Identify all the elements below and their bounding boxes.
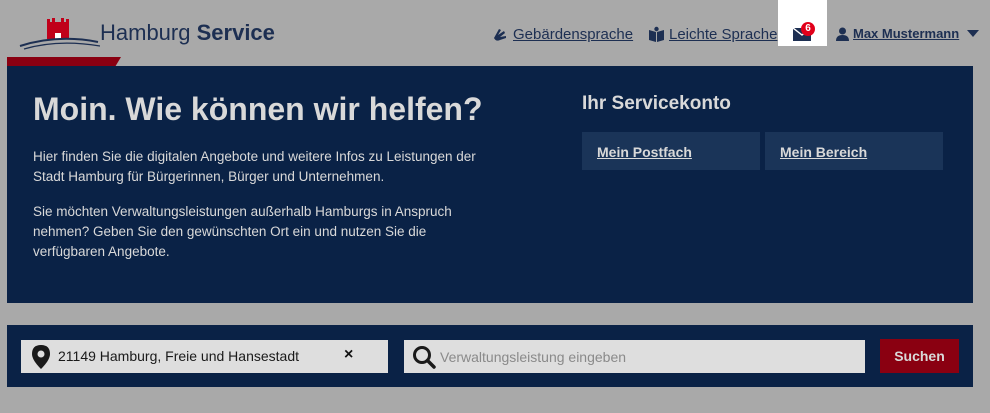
easy-language-link[interactable]: Leichte Sprache <box>648 26 777 43</box>
site-header: Hamburg Service Gebärdensprache Leichte … <box>0 0 990 60</box>
caret-down-icon <box>967 29 980 37</box>
search-bar: 21149 Hamburg, Freie und Hansestadt × Su… <box>7 325 973 387</box>
hamburg-service-logo[interactable]: Hamburg Service <box>18 12 278 52</box>
servicekonto-title: Ihr Servicekonto <box>582 93 731 114</box>
search-icon <box>413 346 436 369</box>
mailbox-button[interactable]: 6 <box>778 0 827 46</box>
hero-title: Moin. Wie können wir helfen? <box>33 91 483 127</box>
clear-location-button[interactable]: × <box>344 346 353 364</box>
user-name: Max Mustermann <box>853 26 960 41</box>
service-search-input[interactable] <box>440 340 850 373</box>
hero-intro-text: Hier finden Sie die digitalen Angebote u… <box>33 149 476 184</box>
user-icon <box>836 27 849 41</box>
mein-bereich-button[interactable]: Mein Bereich <box>765 132 943 170</box>
sign-language-link[interactable]: Gebärdensprache <box>492 26 633 43</box>
service-search-field[interactable] <box>404 340 865 373</box>
sign-language-icon <box>494 29 506 41</box>
unread-count-badge: 6 <box>801 22 815 36</box>
search-submit-button[interactable]: Suchen <box>880 339 959 373</box>
hero-section: Moin. Wie können wir helfen? Hier finden… <box>7 66 973 303</box>
logo-text: Hamburg Service <box>100 20 275 45</box>
location-pin-icon <box>32 345 50 369</box>
easy-language-icon <box>649 26 664 42</box>
mein-postfach-button[interactable]: Mein Postfach <box>582 132 760 170</box>
location-value: 21149 Hamburg, Freie und Hansestadt <box>58 348 299 364</box>
hamburg-castle-icon <box>19 16 100 50</box>
user-menu[interactable]: Max Mustermann <box>836 26 980 41</box>
hero-location-text: Sie möchten Verwaltungsleistungen außerh… <box>33 204 452 259</box>
location-field[interactable]: 21149 Hamburg, Freie und Hansestadt × <box>21 340 388 373</box>
